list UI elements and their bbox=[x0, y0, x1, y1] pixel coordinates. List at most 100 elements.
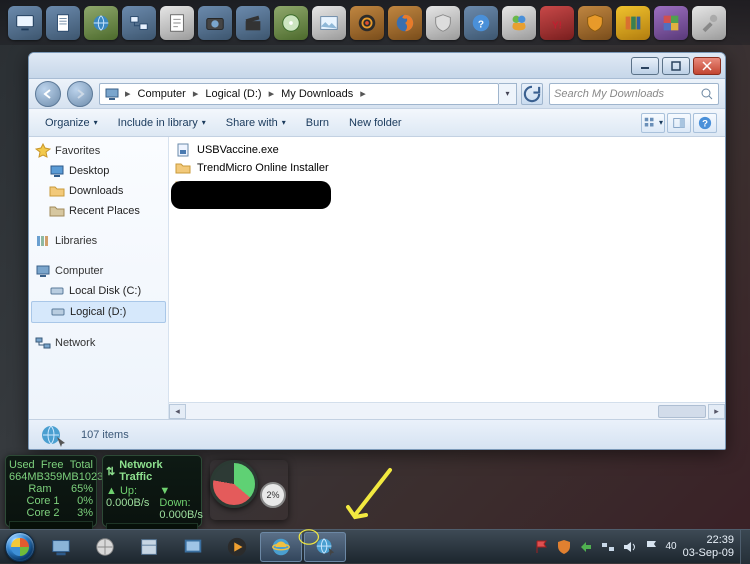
tray-arrow-icon[interactable] bbox=[578, 539, 594, 555]
clock-time: 22:39 bbox=[683, 534, 734, 546]
nav-favorites[interactable]: Favorites bbox=[31, 141, 166, 161]
network-gadget[interactable]: ⇅Network Traffic ▲ Up:0.000B/s ▼ Down:0.… bbox=[102, 455, 202, 527]
nav-network[interactable]: Network bbox=[31, 333, 166, 353]
search-placeholder: Search My Downloads bbox=[554, 88, 664, 100]
clock-date: 03-Sep-09 bbox=[683, 547, 734, 559]
drive-icon bbox=[50, 304, 66, 320]
list-item[interactable]: TrendMicro Online Installer bbox=[173, 159, 721, 177]
task-ie[interactable] bbox=[260, 532, 302, 562]
nav-pane: Favorites Desktop Downloads Recent Place… bbox=[29, 137, 169, 419]
nav-downloads[interactable]: Downloads bbox=[31, 181, 166, 201]
share-with-button[interactable]: Share with▾ bbox=[218, 112, 294, 134]
scroll-left-button[interactable]: ◂ bbox=[169, 404, 186, 419]
taskbar: 40 22:39 03-Sep-09 bbox=[0, 529, 750, 563]
tray-shield-icon[interactable] bbox=[556, 539, 572, 555]
dock-media-icon[interactable] bbox=[350, 6, 384, 40]
scroll-thumb[interactable] bbox=[658, 405, 706, 418]
computer-icon bbox=[104, 86, 120, 102]
breadcrumb-dropdown[interactable]: ▾ bbox=[499, 83, 517, 105]
scroll-track[interactable] bbox=[186, 404, 708, 419]
task-download-globe[interactable] bbox=[304, 532, 346, 562]
nav-local-c[interactable]: Local Disk (C:) bbox=[31, 281, 166, 301]
search-input[interactable]: Search My Downloads bbox=[549, 83, 719, 105]
breadcrumb[interactable]: ▸ Computer ▸ Logical (D:) ▸ My Downloads… bbox=[99, 83, 499, 105]
pct-badge: 2% bbox=[260, 482, 286, 508]
pie-chart-icon bbox=[210, 460, 258, 508]
dock-av-icon[interactable] bbox=[578, 6, 612, 40]
dock-text-icon[interactable] bbox=[160, 6, 194, 40]
titlebar[interactable] bbox=[29, 53, 725, 79]
scroll-right-button[interactable]: ▸ bbox=[708, 404, 725, 419]
tray-net-icon[interactable] bbox=[600, 539, 616, 555]
minimize-button[interactable] bbox=[631, 57, 659, 75]
task-wmp[interactable] bbox=[216, 532, 258, 562]
new-folder-button[interactable]: New folder bbox=[341, 112, 410, 134]
dock-documents-icon[interactable] bbox=[46, 6, 80, 40]
tray-flag2-icon[interactable] bbox=[644, 539, 660, 555]
refresh-button[interactable] bbox=[521, 83, 543, 105]
dock-network-icon[interactable] bbox=[122, 6, 156, 40]
dock-help-icon[interactable]: ? bbox=[464, 6, 498, 40]
crumb-computer[interactable]: Computer bbox=[136, 88, 188, 100]
show-desktop-button[interactable] bbox=[740, 530, 750, 564]
dock-disc-icon[interactable] bbox=[274, 6, 308, 40]
task-explorer[interactable] bbox=[40, 532, 82, 562]
exe-icon bbox=[175, 142, 191, 158]
forward-button[interactable] bbox=[67, 81, 93, 107]
dock-books-icon[interactable] bbox=[616, 6, 650, 40]
dock-tools-icon[interactable] bbox=[692, 6, 726, 40]
burn-button[interactable]: Burn bbox=[298, 112, 337, 134]
nav-computer[interactable]: Computer bbox=[31, 261, 166, 281]
close-button[interactable] bbox=[693, 57, 721, 75]
preview-pane-button[interactable] bbox=[667, 113, 691, 133]
dock-computer-icon[interactable] bbox=[8, 6, 42, 40]
dock-msn-icon[interactable] bbox=[502, 6, 536, 40]
crumb-folder[interactable]: My Downloads bbox=[279, 88, 355, 100]
include-library-button[interactable]: Include in library▾ bbox=[110, 112, 214, 134]
chevron-right-icon[interactable]: ▸ bbox=[357, 87, 369, 100]
maximize-button[interactable] bbox=[662, 57, 690, 75]
tray-flag-icon[interactable] bbox=[534, 539, 550, 555]
taskbar-clock[interactable]: 22:39 03-Sep-09 bbox=[683, 534, 734, 558]
task-app-3[interactable] bbox=[172, 532, 214, 562]
chevron-right-icon[interactable]: ▸ bbox=[190, 87, 202, 100]
chevron-right-icon[interactable]: ▸ bbox=[266, 87, 278, 100]
explorer-window: ▸ Computer ▸ Logical (D:) ▸ My Downloads… bbox=[28, 52, 726, 450]
start-button[interactable] bbox=[0, 530, 40, 564]
annotation-arrow bbox=[340, 465, 400, 535]
organize-button[interactable]: Organize▾ bbox=[37, 112, 106, 134]
folder-icon bbox=[49, 183, 65, 199]
system-tray: 40 22:39 03-Sep-09 bbox=[528, 530, 741, 563]
chevron-right-icon[interactable]: ▸ bbox=[122, 87, 134, 100]
dock-globe-icon[interactable] bbox=[84, 6, 118, 40]
back-button[interactable] bbox=[35, 81, 61, 107]
dock-photo-icon[interactable] bbox=[312, 6, 346, 40]
help-button[interactable]: ? bbox=[693, 113, 717, 133]
drive-icon bbox=[49, 283, 65, 299]
nav-logical-d[interactable]: Logical (D:) bbox=[31, 301, 166, 323]
redacted-area bbox=[171, 181, 331, 209]
nav-desktop[interactable]: Desktop bbox=[31, 161, 166, 181]
list-item[interactable]: USBVaccine.exe bbox=[173, 141, 721, 159]
dock-puzzle-icon[interactable] bbox=[654, 6, 688, 40]
dock-movie-icon[interactable] bbox=[236, 6, 270, 40]
pie-gadget[interactable]: 2% bbox=[210, 460, 288, 520]
tray-volume-text: 40 bbox=[666, 541, 677, 552]
svg-text:?: ? bbox=[702, 118, 708, 129]
task-app-1[interactable] bbox=[84, 532, 126, 562]
toolbar: Organize▾ Include in library▾ Share with… bbox=[29, 109, 725, 137]
dock-yahoo-icon[interactable]: Y! bbox=[540, 6, 574, 40]
file-list[interactable]: USBVaccine.exe TrendMicro Online Install… bbox=[169, 137, 725, 402]
cpu-gadget[interactable]: UsedFreeTotal 664MB359MB1023MB Ram65% Co… bbox=[5, 455, 97, 527]
dock-shield-icon[interactable] bbox=[426, 6, 460, 40]
dock-firefox-icon[interactable] bbox=[388, 6, 422, 40]
view-button[interactable]: ▾ bbox=[641, 113, 665, 133]
nav-recent[interactable]: Recent Places bbox=[31, 201, 166, 221]
nav-row: ▸ Computer ▸ Logical (D:) ▸ My Downloads… bbox=[29, 79, 725, 109]
nav-libraries[interactable]: Libraries bbox=[31, 231, 166, 251]
task-app-2[interactable] bbox=[128, 532, 170, 562]
dock-camera-icon[interactable] bbox=[198, 6, 232, 40]
horizontal-scrollbar[interactable]: ◂ ▸ bbox=[169, 402, 725, 419]
crumb-drive[interactable]: Logical (D:) bbox=[203, 88, 263, 100]
tray-volume-icon[interactable] bbox=[622, 539, 638, 555]
